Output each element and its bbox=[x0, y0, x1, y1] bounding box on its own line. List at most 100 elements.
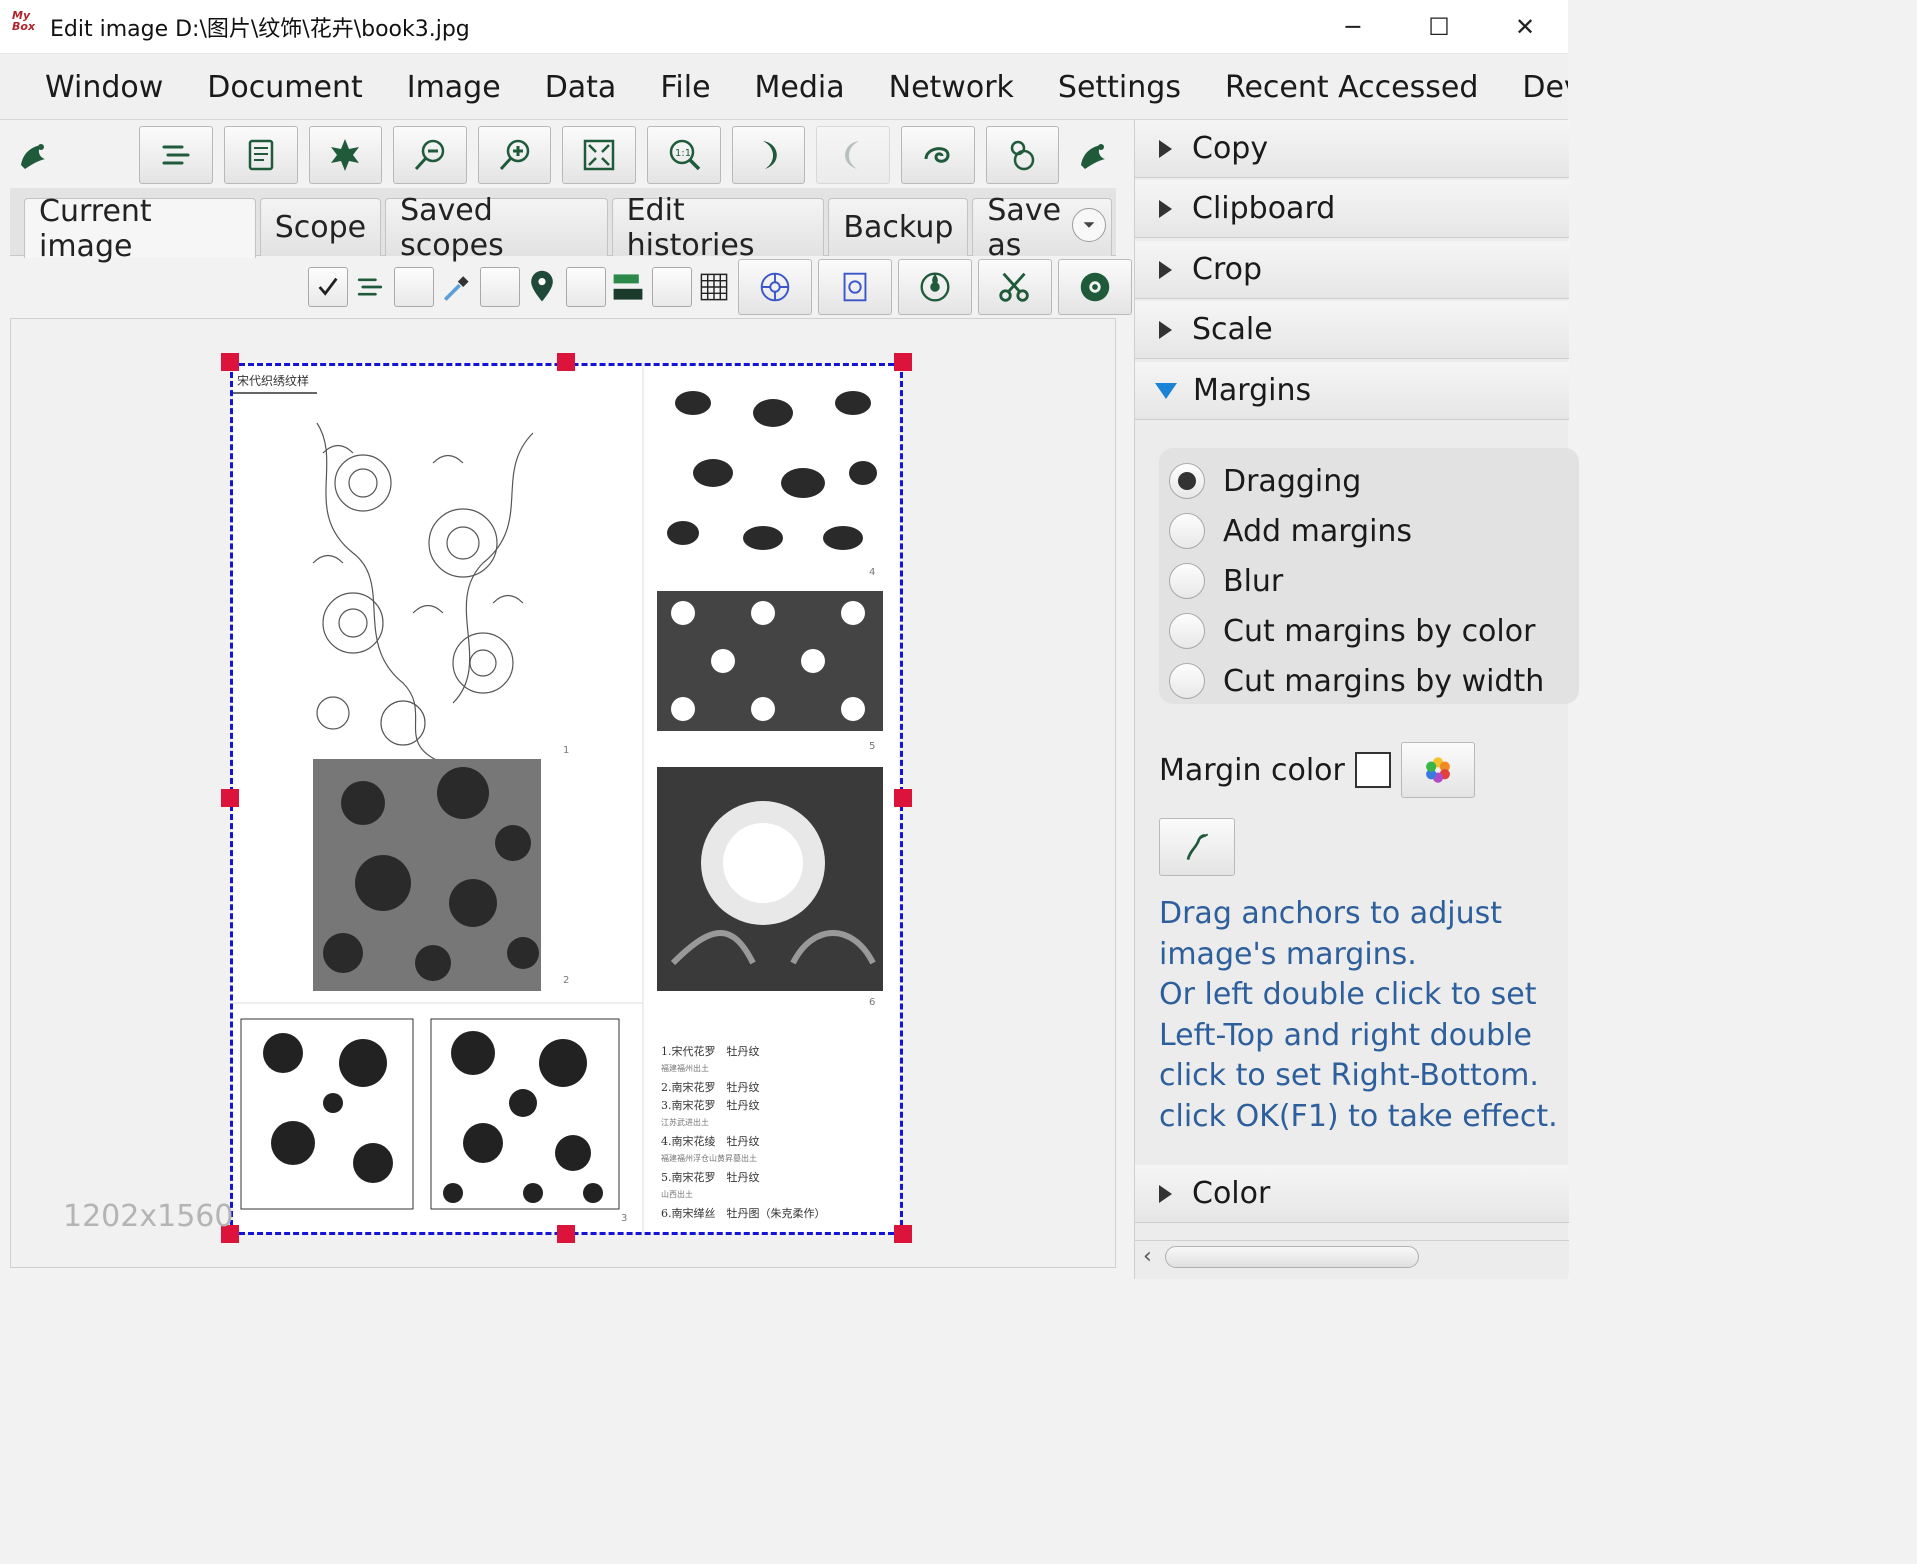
pick-color-button[interactable] bbox=[1159, 818, 1235, 876]
anchor-top-left[interactable] bbox=[221, 353, 239, 371]
memo-icon bbox=[248, 139, 274, 171]
radio-cut-by-width[interactable] bbox=[1169, 663, 1205, 699]
anchor-middle-right[interactable] bbox=[894, 789, 912, 807]
radio-dragging[interactable] bbox=[1169, 463, 1205, 499]
scissors-button[interactable] bbox=[978, 259, 1052, 315]
tip-line: image's margins. bbox=[1159, 936, 1417, 972]
svg-text:1:1: 1:1 bbox=[675, 148, 691, 159]
anchor-bottom-center[interactable] bbox=[557, 1225, 575, 1243]
swirl-icon bbox=[924, 147, 950, 163]
operations-panel: Copy Clipboard Crop Scale Margins Draggi… bbox=[1134, 120, 1579, 1279]
option-add-margins[interactable]: Add margins bbox=[1169, 508, 1412, 554]
grid-icon bbox=[694, 267, 734, 307]
scrollbar-thumb[interactable] bbox=[1165, 1246, 1419, 1268]
close-button[interactable]: ✕ bbox=[1482, 0, 1568, 54]
tip-line: Or left double click to set bbox=[1159, 977, 1537, 1012]
margin-color-row: Margin color bbox=[1159, 742, 1475, 798]
section-copy-label: Copy bbox=[1192, 131, 1269, 166]
show-anchor-checkbox[interactable] bbox=[480, 267, 520, 307]
window-controls: ─ ☐ ✕ bbox=[1310, 0, 1568, 54]
section-color-label: Color bbox=[1192, 1176, 1271, 1211]
align-icon bbox=[350, 267, 390, 307]
memo-button[interactable] bbox=[223, 126, 298, 184]
menu-recent-accessed[interactable]: Recent Accessed bbox=[1203, 70, 1500, 105]
window-title: Edit image D:\图片\纹饰\花卉\book3.jpg bbox=[50, 16, 470, 42]
maximize-button[interactable]: ☐ bbox=[1396, 0, 1482, 54]
section-crop[interactable]: Crop bbox=[1135, 241, 1569, 299]
panel-horizontal-scrollbar[interactable]: ‹ bbox=[1135, 1240, 1569, 1274]
anchor-top-center[interactable] bbox=[557, 353, 575, 371]
radio-blur[interactable] bbox=[1169, 563, 1205, 599]
menu-settings[interactable]: Settings bbox=[1036, 70, 1203, 105]
margin-mode-group: Dragging Add margins Blur Cut margins by… bbox=[1159, 448, 1579, 704]
align-button[interactable] bbox=[139, 126, 213, 184]
gourd-button[interactable] bbox=[985, 126, 1060, 184]
tab-saved-scopes[interactable]: Saved scopes bbox=[385, 193, 608, 263]
fit-window-button[interactable] bbox=[562, 126, 637, 184]
menu-window[interactable]: Window bbox=[0, 70, 185, 105]
flower-scope-button[interactable] bbox=[898, 259, 972, 315]
color-palette-icon bbox=[1425, 757, 1450, 783]
radio-selected-dot bbox=[1178, 472, 1196, 490]
margins-help-text: Drag anchors to adjust image's margins. … bbox=[1159, 894, 1559, 1137]
anchor-middle-left[interactable] bbox=[221, 789, 239, 807]
zoom-in-button[interactable] bbox=[477, 126, 552, 184]
fill-checkbox[interactable] bbox=[566, 267, 606, 307]
zoom-out-button[interactable] bbox=[393, 126, 467, 184]
radio-add-margins[interactable] bbox=[1169, 513, 1205, 549]
tile-scope-button[interactable] bbox=[818, 259, 892, 315]
option-blur[interactable]: Blur bbox=[1169, 558, 1283, 604]
margin-selection-rectangle[interactable] bbox=[230, 363, 903, 1235]
section-scale[interactable]: Scale bbox=[1135, 301, 1569, 359]
minimize-button[interactable]: ─ bbox=[1310, 0, 1396, 54]
tip-line: click to set Right-Bottom. bbox=[1159, 1058, 1539, 1093]
tab-overflow-button[interactable] bbox=[1072, 208, 1106, 242]
option-dragging[interactable]: Dragging bbox=[1169, 458, 1361, 504]
sunflower-button[interactable] bbox=[1058, 259, 1132, 315]
menu-network[interactable]: Network bbox=[867, 70, 1036, 105]
section-margins-label: Margins bbox=[1193, 373, 1312, 408]
option-cut-by-color[interactable]: Cut margins by color bbox=[1169, 608, 1535, 654]
section-clipboard[interactable]: Clipboard bbox=[1135, 180, 1569, 238]
section-color[interactable]: Color bbox=[1135, 1165, 1569, 1223]
radio-cut-by-color[interactable] bbox=[1169, 613, 1205, 649]
scroll-left-icon[interactable]: ‹ bbox=[1143, 1244, 1152, 1269]
color-palette-button[interactable] bbox=[1400, 742, 1475, 798]
margin-color-swatch[interactable] bbox=[1354, 752, 1391, 788]
show-scope-checkbox[interactable] bbox=[308, 267, 348, 307]
tab-scope[interactable]: Scope bbox=[259, 198, 382, 256]
maple-leaf-button[interactable] bbox=[308, 126, 383, 184]
rotate-left-button bbox=[816, 126, 890, 184]
eyedropper-icon bbox=[1186, 833, 1209, 860]
pick-color-checkbox[interactable] bbox=[394, 267, 434, 307]
rotate-left-icon bbox=[845, 141, 860, 169]
anchor-top-right[interactable] bbox=[894, 353, 912, 371]
anchor-bottom-right[interactable] bbox=[894, 1225, 912, 1243]
tab-current-image[interactable]: Current image bbox=[24, 194, 256, 264]
swirl-button[interactable] bbox=[900, 126, 975, 184]
section-crop-label: Crop bbox=[1192, 252, 1263, 287]
section-margins[interactable]: Margins bbox=[1135, 362, 1569, 420]
menu-file[interactable]: File bbox=[638, 70, 732, 105]
triangle-right-icon bbox=[1159, 260, 1172, 279]
rotate-right-icon bbox=[762, 141, 777, 169]
tab-edit-histories[interactable]: Edit histories bbox=[611, 193, 825, 263]
triangle-down-icon bbox=[1155, 382, 1177, 399]
grid-checkbox[interactable] bbox=[652, 267, 692, 307]
section-clipboard-label: Clipboard bbox=[1192, 191, 1336, 226]
section-copy[interactable]: Copy bbox=[1135, 120, 1569, 178]
rotate-right-button[interactable] bbox=[731, 126, 806, 184]
menu-media[interactable]: Media bbox=[733, 70, 867, 105]
image-canvas[interactable]: 宋代织绣纹样 1 2 3 4 5 6 1.宋代花罗 牡丹纹 福建福州出土 2.南… bbox=[10, 318, 1116, 1268]
align-icon bbox=[162, 145, 190, 165]
option-cut-by-width[interactable]: Cut margins by width bbox=[1169, 658, 1544, 704]
lotus-scope-button[interactable] bbox=[738, 259, 812, 315]
menu-document[interactable]: Document bbox=[185, 70, 384, 105]
tile-scope-icon bbox=[843, 272, 867, 302]
actual-size-button[interactable]: 1:1 bbox=[647, 126, 721, 184]
title-bar: My Box Edit image D:\图片\纹饰\花卉\book3.jpg ─… bbox=[0, 0, 1568, 54]
tab-backup[interactable]: Backup bbox=[828, 198, 969, 256]
menu-data[interactable]: Data bbox=[523, 70, 639, 105]
menu-image[interactable]: Image bbox=[385, 70, 523, 105]
menu-develop[interactable]: Develo bbox=[1500, 70, 1568, 105]
